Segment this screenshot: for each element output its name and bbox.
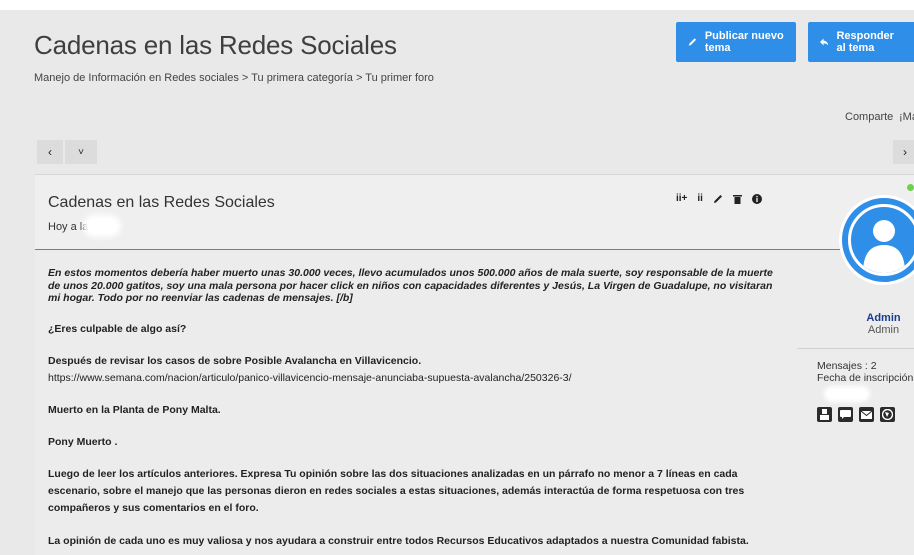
- next-button[interactable]: ›: [893, 140, 914, 164]
- author-stats: Mensajes : 2 Fecha de inscripción :: [817, 360, 914, 384]
- quote-button[interactable]: ii: [697, 193, 703, 204]
- breadcrumb-separator: >: [241, 72, 249, 84]
- redacted-time: [87, 219, 117, 233]
- post-paragraph: Luego de leer los artículos anteriores. …: [48, 468, 745, 514]
- breadcrumb-item[interactable]: Manejo de Información en Redes sociales: [34, 72, 239, 84]
- post-content: En estos momentos debería haber muerto u…: [48, 267, 773, 548]
- post-paragraph: ¿Eres culpable de algo así?: [48, 322, 187, 335]
- author-panel: Admin Admin Mensajes : 2 Fecha de inscri…: [797, 175, 914, 555]
- new-topic-label: Publicar nuevo tema: [704, 30, 784, 54]
- mail-icon[interactable]: [859, 407, 874, 422]
- breadcrumb: Manejo de Información en Redes sociales …: [34, 72, 434, 84]
- author-rank: Admin: [867, 324, 900, 336]
- post-count: Mensajes : 2: [817, 360, 877, 372]
- post-paragraph: La opinión de cada uno es muy valiosa y …: [48, 535, 749, 547]
- multi-quote-button[interactable]: ii+: [676, 193, 687, 204]
- post-link[interactable]: https://www.semana.com/nacion/articulo/p…: [48, 372, 773, 385]
- profile-icon[interactable]: [817, 407, 832, 422]
- author-name[interactable]: Admin: [817, 312, 914, 324]
- reply-icon: [820, 38, 829, 46]
- breadcrumb-item[interactable]: Tu primera categoría: [251, 72, 353, 84]
- more-link[interactable]: ¡Má: [899, 111, 914, 123]
- post-header: Cadenas en las Redes Sociales Hoy a las …: [35, 175, 914, 250]
- redacted-join-date: [827, 389, 867, 399]
- trash-icon[interactable]: [732, 194, 742, 204]
- page-title: Cadenas en las Redes Sociales: [34, 30, 397, 60]
- post-tools: ii+ ii: [676, 193, 762, 204]
- post-paragraph: Pony Muerto .: [48, 435, 118, 448]
- default-user-icon: [848, 204, 914, 276]
- post-title[interactable]: Cadenas en las Redes Sociales: [48, 194, 275, 212]
- post-paragraph: Muerto en la Planta de Pony Malta.: [48, 404, 221, 416]
- chat-icon[interactable]: [838, 407, 853, 422]
- breadcrumb-item[interactable]: Tu primer foro: [365, 72, 434, 84]
- new-topic-button[interactable]: Publicar nuevo tema: [676, 22, 796, 62]
- post-paragraph: Después de revisar los casos de sobre Po…: [48, 355, 422, 367]
- online-status-indicator: [907, 184, 914, 191]
- post: Cadenas en las Redes Sociales Hoy a las …: [35, 174, 914, 555]
- info-icon[interactable]: [751, 193, 762, 204]
- pencil-icon: [688, 38, 697, 46]
- contact-icons: [817, 407, 895, 422]
- top-strip: [0, 0, 914, 10]
- join-date-label: Fecha de inscripción :: [817, 372, 914, 384]
- reply-label: Responder al tema: [836, 30, 894, 54]
- prev-button[interactable]: ‹: [37, 140, 63, 164]
- breadcrumb-separator: >: [355, 72, 363, 84]
- website-icon[interactable]: [880, 407, 895, 422]
- pencil-icon[interactable]: [713, 194, 723, 204]
- reply-button[interactable]: Responder al tema: [808, 22, 914, 62]
- avatar[interactable]: [839, 195, 914, 285]
- post-paragraph: En estos momentos debería haber muerto u…: [48, 267, 773, 304]
- divider: [797, 348, 914, 349]
- share-link[interactable]: Comparte: [845, 111, 893, 123]
- collapse-button[interactable]: ˅: [65, 140, 97, 164]
